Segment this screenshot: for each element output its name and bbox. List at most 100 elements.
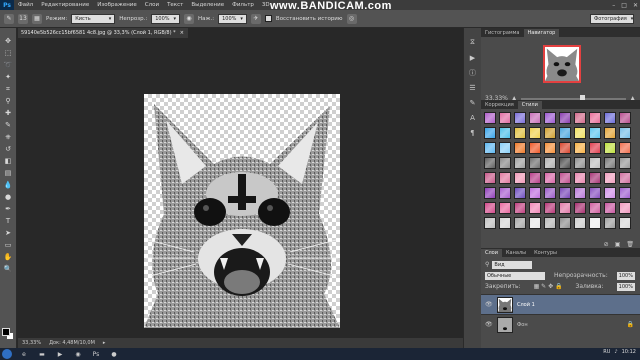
style-swatch[interactable] xyxy=(559,217,571,229)
actions-panel-icon[interactable]: ▶ xyxy=(468,53,478,62)
volume-icon[interactable]: ♪ xyxy=(614,349,617,355)
info-panel-icon[interactable]: ⓘ xyxy=(468,68,478,77)
document-tab[interactable]: 59140e5b526cc15bf6581 4c8.jpg @ 33,3% (С… xyxy=(18,28,188,38)
style-swatch[interactable] xyxy=(589,142,601,154)
style-swatch[interactable] xyxy=(484,172,496,184)
style-swatch[interactable] xyxy=(604,142,616,154)
fill-input[interactable]: 100% xyxy=(616,282,635,291)
menu-edit[interactable]: Редактирование xyxy=(37,2,93,8)
style-swatch[interactable] xyxy=(514,112,526,124)
tab-layers[interactable]: Слои xyxy=(481,249,502,257)
style-swatch[interactable] xyxy=(589,172,601,184)
style-swatch[interactable] xyxy=(604,202,616,214)
style-swatch[interactable] xyxy=(529,127,541,139)
layer-filter-select[interactable]: Вид xyxy=(492,260,533,269)
style-swatch[interactable] xyxy=(589,112,601,124)
style-swatch[interactable] xyxy=(559,172,571,184)
style-swatch[interactable] xyxy=(544,202,556,214)
layer-row[interactable]: 👁 Слой 1 xyxy=(481,294,640,314)
style-swatch[interactable] xyxy=(544,142,556,154)
style-swatch[interactable] xyxy=(589,157,601,169)
foreground-color-swatch[interactable] xyxy=(2,328,10,336)
style-swatch[interactable] xyxy=(604,217,616,229)
zoom-readout[interactable]: 33,33% xyxy=(22,340,41,346)
layer-row[interactable]: 👁 Фон 🔒 xyxy=(481,314,640,334)
pen-icon[interactable]: ✒ xyxy=(2,204,14,214)
style-swatch[interactable] xyxy=(604,127,616,139)
maximize-icon[interactable]: □ xyxy=(621,2,627,9)
visibility-eye-icon[interactable]: 👁 xyxy=(485,301,493,308)
style-swatch[interactable] xyxy=(514,202,526,214)
style-swatch[interactable] xyxy=(529,142,541,154)
character-panel-icon[interactable]: A xyxy=(468,113,478,122)
trash-icon[interactable]: 🗑 xyxy=(626,241,634,248)
style-swatch[interactable] xyxy=(604,112,616,124)
style-swatch[interactable] xyxy=(544,112,556,124)
tab-channels[interactable]: Каналы xyxy=(502,249,530,257)
opacity-input[interactable]: 100% ▾ xyxy=(151,13,181,24)
style-swatch[interactable] xyxy=(574,187,586,199)
eraser-icon[interactable]: ◧ xyxy=(2,156,14,166)
style-swatch[interactable] xyxy=(499,127,511,139)
canvas-area[interactable] xyxy=(18,38,463,338)
style-swatch[interactable] xyxy=(559,157,571,169)
style-swatch[interactable] xyxy=(514,142,526,154)
browser-icon[interactable]: ◉ xyxy=(72,350,84,359)
language-indicator[interactable]: RU xyxy=(603,349,610,355)
style-swatch[interactable] xyxy=(529,202,541,214)
folder-icon[interactable]: ▬ xyxy=(36,350,48,359)
marquee-tool-icon[interactable]: ⬚ xyxy=(2,48,14,58)
style-swatch[interactable] xyxy=(574,217,586,229)
style-swatch[interactable] xyxy=(574,157,586,169)
brush-size-picker[interactable]: 13 xyxy=(18,13,28,24)
style-swatch[interactable] xyxy=(559,112,571,124)
style-swatch[interactable] xyxy=(574,112,586,124)
pressure-opacity-icon[interactable]: ◉ xyxy=(184,13,195,24)
minimize-icon[interactable]: – xyxy=(612,2,615,9)
lock-icons[interactable]: ▦ ✎ ✥ 🔒 xyxy=(534,283,563,290)
style-swatch[interactable] xyxy=(514,217,526,229)
style-swatch[interactable] xyxy=(544,172,556,184)
tab-styles[interactable]: Стили xyxy=(517,101,542,109)
style-swatch[interactable] xyxy=(589,187,601,199)
style-swatch[interactable] xyxy=(529,172,541,184)
style-swatch[interactable] xyxy=(484,142,496,154)
style-swatch[interactable] xyxy=(514,187,526,199)
style-swatch[interactable] xyxy=(619,217,631,229)
style-swatch[interactable] xyxy=(619,157,631,169)
menu-layers[interactable]: Слои xyxy=(141,2,163,8)
style-swatch[interactable] xyxy=(559,187,571,199)
style-swatch[interactable] xyxy=(544,187,556,199)
tab-navigator[interactable]: Навигатор xyxy=(523,29,560,37)
style-swatch[interactable] xyxy=(499,202,511,214)
style-swatch[interactable] xyxy=(529,112,541,124)
brush-tool-icon[interactable]: ✎ xyxy=(2,120,14,130)
ie-icon[interactable]: e xyxy=(18,350,30,359)
close-tab-icon[interactable]: × xyxy=(180,30,184,36)
style-swatch[interactable] xyxy=(604,187,616,199)
style-swatch[interactable] xyxy=(589,217,601,229)
brush-presets-icon[interactable]: ✎ xyxy=(468,98,478,107)
pressure-size-icon[interactable]: ◎ xyxy=(346,13,357,24)
style-swatch[interactable] xyxy=(604,172,616,184)
style-swatch[interactable] xyxy=(544,157,556,169)
style-swatch[interactable] xyxy=(559,127,571,139)
style-swatch[interactable] xyxy=(484,112,496,124)
clone-stamp-icon[interactable]: ⎈ xyxy=(2,132,14,142)
style-swatch[interactable] xyxy=(619,112,631,124)
style-swatch[interactable] xyxy=(619,202,631,214)
style-swatch[interactable] xyxy=(484,187,496,199)
restore-history-checkbox[interactable] xyxy=(264,15,272,22)
navigator-thumbnail[interactable] xyxy=(543,45,581,83)
brush-tool-icon[interactable]: ✎ xyxy=(4,13,14,24)
style-swatch[interactable] xyxy=(619,142,631,154)
style-swatch[interactable] xyxy=(499,172,511,184)
style-swatch[interactable] xyxy=(574,172,586,184)
workspace-select[interactable]: Фотография ▾ xyxy=(590,14,634,24)
menu-file[interactable]: Файл xyxy=(14,2,37,8)
style-swatch[interactable] xyxy=(484,217,496,229)
tab-histogram[interactable]: Гистограмма xyxy=(481,29,524,37)
style-swatch[interactable] xyxy=(499,157,511,169)
style-swatch[interactable] xyxy=(484,127,496,139)
menu-text[interactable]: Текст xyxy=(163,2,187,8)
